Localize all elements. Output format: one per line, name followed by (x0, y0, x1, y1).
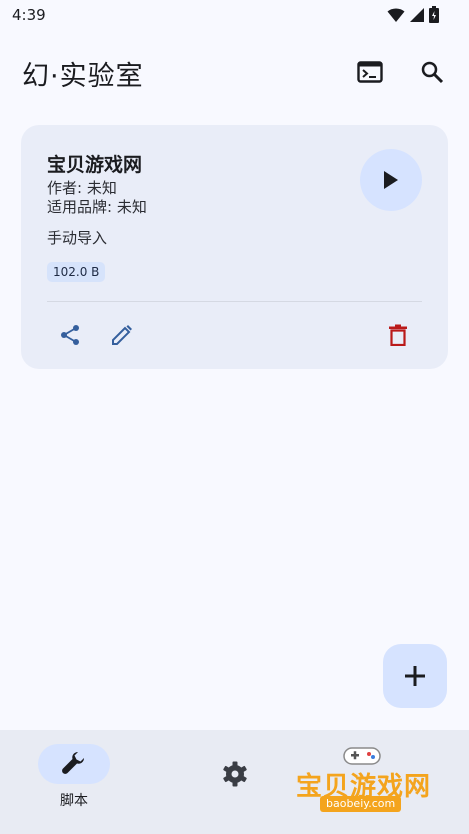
search-button[interactable] (412, 52, 452, 92)
size-badge: 102.0 B (47, 262, 106, 282)
watermark-logo: 宝贝游戏网 baobeiy.com (290, 744, 440, 830)
play-icon (384, 171, 398, 189)
gear-icon (223, 761, 247, 787)
nav-indicator (38, 744, 110, 784)
pencil-icon (112, 325, 132, 345)
battery-icon (429, 6, 439, 23)
wrench-icon (62, 752, 84, 774)
trash-icon (389, 324, 407, 346)
nav-item-settings[interactable] (180, 744, 290, 794)
share-icon (61, 325, 79, 345)
run-button[interactable] (360, 149, 422, 211)
status-icons (387, 6, 439, 23)
share-button[interactable] (52, 317, 88, 353)
status-bar: 4:39 (0, 0, 469, 32)
terminal-icon (357, 61, 383, 83)
script-source: 手动导入 (47, 229, 108, 247)
delete-button[interactable] (380, 317, 416, 353)
nav-label: 脚本 (60, 793, 88, 809)
nav-indicator (199, 754, 271, 794)
edit-button[interactable] (104, 317, 140, 353)
status-time: 4:39 (12, 6, 46, 24)
terminal-button[interactable] (350, 52, 390, 92)
page-title: 幻·实验室 (22, 61, 144, 92)
script-title: 宝贝游戏网 (47, 154, 143, 176)
gamepad-icon (343, 747, 381, 765)
card-divider (47, 301, 422, 302)
script-brand: 适用品牌: 未知 (47, 198, 147, 216)
add-script-button[interactable] (383, 644, 447, 708)
watermark-url: baobeiy.com (320, 796, 402, 812)
wifi-icon (387, 8, 405, 22)
script-author: 作者: 未知 (47, 179, 117, 197)
signal-icon (410, 7, 424, 22)
top-app-bar: 幻·实验室 (0, 44, 469, 100)
plus-icon (405, 666, 425, 686)
search-icon (421, 61, 444, 84)
nav-item-scripts[interactable]: 脚本 (19, 744, 129, 810)
script-card[interactable]: 宝贝游戏网 作者: 未知 适用品牌: 未知 手动导入 102.0 B (21, 125, 448, 369)
